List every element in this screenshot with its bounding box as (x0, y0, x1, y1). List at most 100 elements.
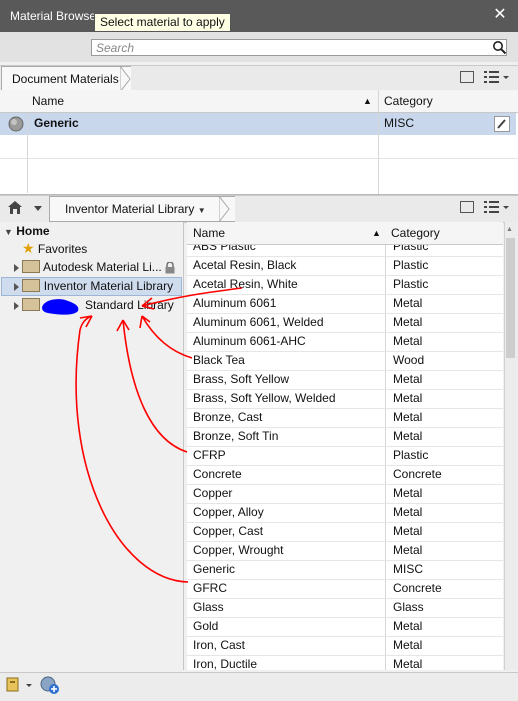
material-name: GFRC (193, 581, 227, 595)
folder-icon (22, 260, 41, 274)
material-name: Copper, Alloy (193, 505, 264, 519)
view-panel-icon[interactable] (460, 201, 474, 213)
material-category: Concrete (393, 467, 442, 481)
material-swatch-icon (8, 116, 24, 132)
material-name: Iron, Ductile (193, 657, 258, 670)
material-name: Copper, Wrought (193, 543, 284, 557)
column-header-name[interactable]: Name (193, 222, 225, 244)
material-name: Iron, Cast (193, 638, 246, 652)
material-category: Plastic (393, 448, 429, 462)
scrollbar-thumb[interactable] (506, 238, 515, 358)
column-divider (378, 90, 379, 194)
chevron-down-icon[interactable]: ▼ (198, 206, 206, 215)
table-row[interactable]: Iron, Cast Metal (187, 636, 503, 656)
library-manager-icon[interactable] (6, 676, 36, 694)
table-row[interactable]: CFRP Plastic (187, 446, 503, 466)
table-row[interactable]: Generic MISC (0, 113, 516, 135)
material-category: Plastic (393, 258, 429, 272)
breadcrumb-inventor-library[interactable]: Inventor Material Library ▼ (49, 196, 235, 222)
table-row[interactable]: Copper, Wrought Metal (187, 541, 503, 561)
search-input[interactable] (91, 39, 507, 56)
material-category: Plastic (393, 245, 429, 253)
list-view-icon[interactable] (484, 70, 510, 84)
material-name: Aluminum 6061 (193, 296, 277, 310)
folder-icon (22, 298, 41, 312)
table-row[interactable]: Concrete Concrete (187, 465, 503, 485)
table-row[interactable]: Brass, Soft Yellow, Welded Metal (187, 389, 503, 409)
table-row[interactable]: Generic MISC (187, 560, 503, 580)
table-row[interactable]: Black Tea Wood (187, 351, 503, 371)
material-name: Acetal Resin, White (193, 277, 298, 291)
material-name: Copper (193, 486, 233, 500)
table-row[interactable]: Copper, Alloy Metal (187, 503, 503, 523)
materials-table: ABS Plastic Plastic Acetal Resin, Black Pla… (187, 245, 503, 670)
document-materials-table: Name ▲ Category Generic MISC (0, 90, 518, 195)
column-header-name[interactable]: Name (32, 90, 64, 112)
material-name: Brass, Soft Yellow, Welded (193, 391, 336, 405)
material-name: Bronze, Soft Tin (193, 429, 279, 443)
table-row[interactable]: Aluminum 6061, Welded Metal (187, 313, 503, 333)
tree-item-standard-library[interactable]: Standard Library (14, 296, 174, 315)
table-row[interactable]: Glass Glass (187, 598, 503, 618)
table-row[interactable]: Aluminum 6061-AHC Metal (187, 332, 503, 352)
table-row[interactable]: Copper, Cast Metal (187, 522, 503, 542)
lock-icon (165, 261, 175, 274)
material-name: Bronze, Cast (193, 410, 263, 424)
column-header-category[interactable]: Category (384, 90, 433, 112)
scroll-up-icon[interactable]: ▲ (506, 226, 513, 233)
folder-icon (22, 279, 41, 293)
expanded-icon: ▼ (4, 227, 13, 237)
edit-icon[interactable] (494, 116, 510, 132)
list-view-icon[interactable] (484, 200, 510, 214)
material-category: Metal (393, 296, 423, 310)
table-row[interactable]: Iron, Ductile Metal (187, 655, 503, 670)
column-header-category[interactable]: Category (391, 222, 440, 244)
material-category: Glass (393, 600, 424, 614)
star-icon: ★ (22, 240, 35, 256)
home-icon[interactable] (8, 201, 44, 215)
breadcrumb-document-materials[interactable]: Document Materials (1, 66, 131, 92)
material-name: Brass, Soft Yellow (193, 372, 290, 386)
material-category: Metal (393, 372, 423, 386)
table-row[interactable]: Acetal Resin, White Plastic (187, 275, 503, 295)
tree-label: Standard Library (85, 298, 174, 312)
material-category: Metal (393, 315, 423, 329)
table-row[interactable]: Aluminum 6061 Metal (187, 294, 503, 314)
expand-icon[interactable] (14, 282, 19, 291)
close-icon[interactable]: ✕ (491, 6, 509, 24)
breadcrumb-label: Document Materials (12, 72, 119, 86)
material-category: Metal (393, 505, 423, 519)
tree-item-favorites[interactable]: ★ Favorites (22, 239, 87, 258)
tooltip: Select material to apply (94, 13, 231, 32)
expand-icon[interactable] (14, 263, 19, 272)
material-category: Metal (393, 619, 423, 633)
tree-item-inventor-library[interactable]: Inventor Material Library (14, 277, 173, 296)
material-name: Acetal Resin, Black (193, 258, 297, 272)
tree-label: Home (16, 224, 50, 238)
table-row[interactable]: Copper Metal (187, 484, 503, 504)
material-category: Metal (393, 657, 423, 670)
tree-item-autodesk-library[interactable]: Autodesk Material Li... (14, 258, 180, 277)
material-name: Black Tea (193, 353, 245, 367)
material-category: Wood (393, 353, 425, 367)
material-name: Aluminum 6061, Welded (193, 315, 324, 329)
view-panel-icon[interactable] (460, 71, 474, 83)
table-row[interactable]: Bronze, Cast Metal (187, 408, 503, 428)
redaction-scribble (42, 299, 79, 315)
window-title: Material Browser (10, 9, 101, 23)
column-divider (27, 113, 28, 193)
create-material-icon[interactable] (40, 675, 60, 695)
library-tree: ▼ Home ★ Favorites Autodesk Material Li.… (0, 222, 184, 670)
sort-ascending-icon: ▲ (363, 96, 372, 106)
table-row[interactable]: GFRC Concrete (187, 579, 503, 599)
table-row[interactable]: Acetal Resin, Black Plastic (187, 256, 503, 276)
table-row[interactable]: Brass, Soft Yellow Metal (187, 370, 503, 390)
sort-ascending-icon: ▲ (372, 228, 381, 238)
search-icon[interactable] (492, 40, 507, 55)
table-row[interactable]: Gold Metal (187, 617, 503, 637)
material-name: Copper, Cast (193, 524, 264, 538)
material-category: MISC (384, 116, 414, 130)
table-row[interactable]: Bronze, Soft Tin Metal (187, 427, 503, 447)
material-name: Generic (34, 116, 79, 130)
expand-icon[interactable] (14, 301, 19, 310)
